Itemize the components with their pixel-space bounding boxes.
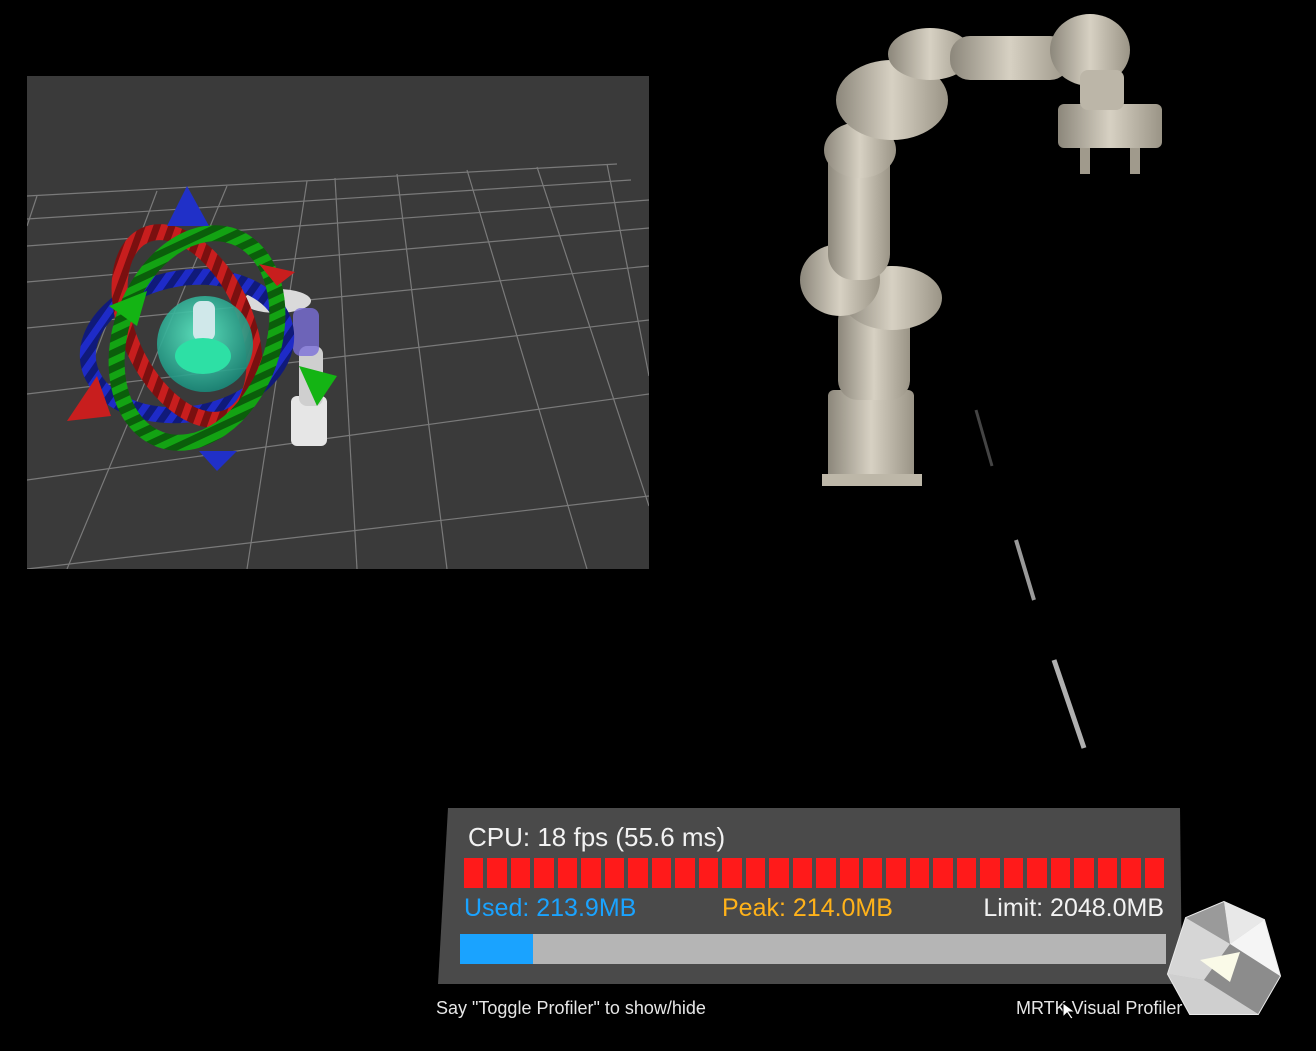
memory-usage-bar [460,934,1166,964]
memory-usage-fill [460,934,534,964]
frame-segment [698,858,719,888]
viewport-grid-scene [27,163,649,569]
frame-segment [1097,858,1118,888]
robot-arm-view [800,14,1162,749]
frame-segment [1144,858,1165,888]
frame-segment [933,858,953,888]
cpu-fps-label: CPU: 18 fps (55.6 ms) [468,822,726,852]
frame-segment [980,858,1000,888]
frame-segment [792,858,813,888]
memory-peak-label: Peak: 214.0MB [722,894,893,922]
memory-limit-label: Limit: 2048.0MB [983,894,1164,922]
pointer-cursor-icon [1062,1002,1077,1020]
frame-time-bar [464,858,1165,888]
mrtk-logo-icon [1166,900,1282,1015]
frame-segment [534,858,554,888]
frame-segment [557,858,578,888]
frame-segment [956,858,977,888]
frame-segment [1003,858,1024,888]
frame-segment [581,858,601,888]
memory-stats-row: Used: 213.9MB Peak: 214.0MB Limit: 2048.… [464,894,1164,928]
frame-segment [510,858,531,888]
profiler-title: MRTK Visual Profiler [1016,998,1183,1018]
toggle-profiler-hint: Say "Toggle Profiler" to show/hide [436,998,706,1018]
frame-segment [745,858,766,888]
frame-segment [604,858,625,888]
frame-segment [464,858,484,888]
frame-segment [1074,858,1094,888]
frame-segment [675,858,695,888]
frame-segment [487,858,507,888]
frame-segment [839,858,859,888]
frame-segment [816,858,836,888]
visual-profiler-panel: CPU: 18 fps (55.6 ms) Used: 213.9MB Peak… [438,808,1182,984]
frame-segment [651,858,672,888]
frame-segment [722,858,742,888]
frame-segment [862,858,883,888]
frame-segment [769,858,789,888]
frame-segment [909,858,930,888]
viewport-inset-rviz[interactable] [27,76,649,569]
frame-segment [1121,858,1141,888]
memory-used-label: Used: 213.9MB [464,894,637,922]
frame-segment [1050,858,1071,888]
frame-segment [1027,858,1047,888]
frame-segment [886,858,906,888]
frame-segment [628,858,648,888]
